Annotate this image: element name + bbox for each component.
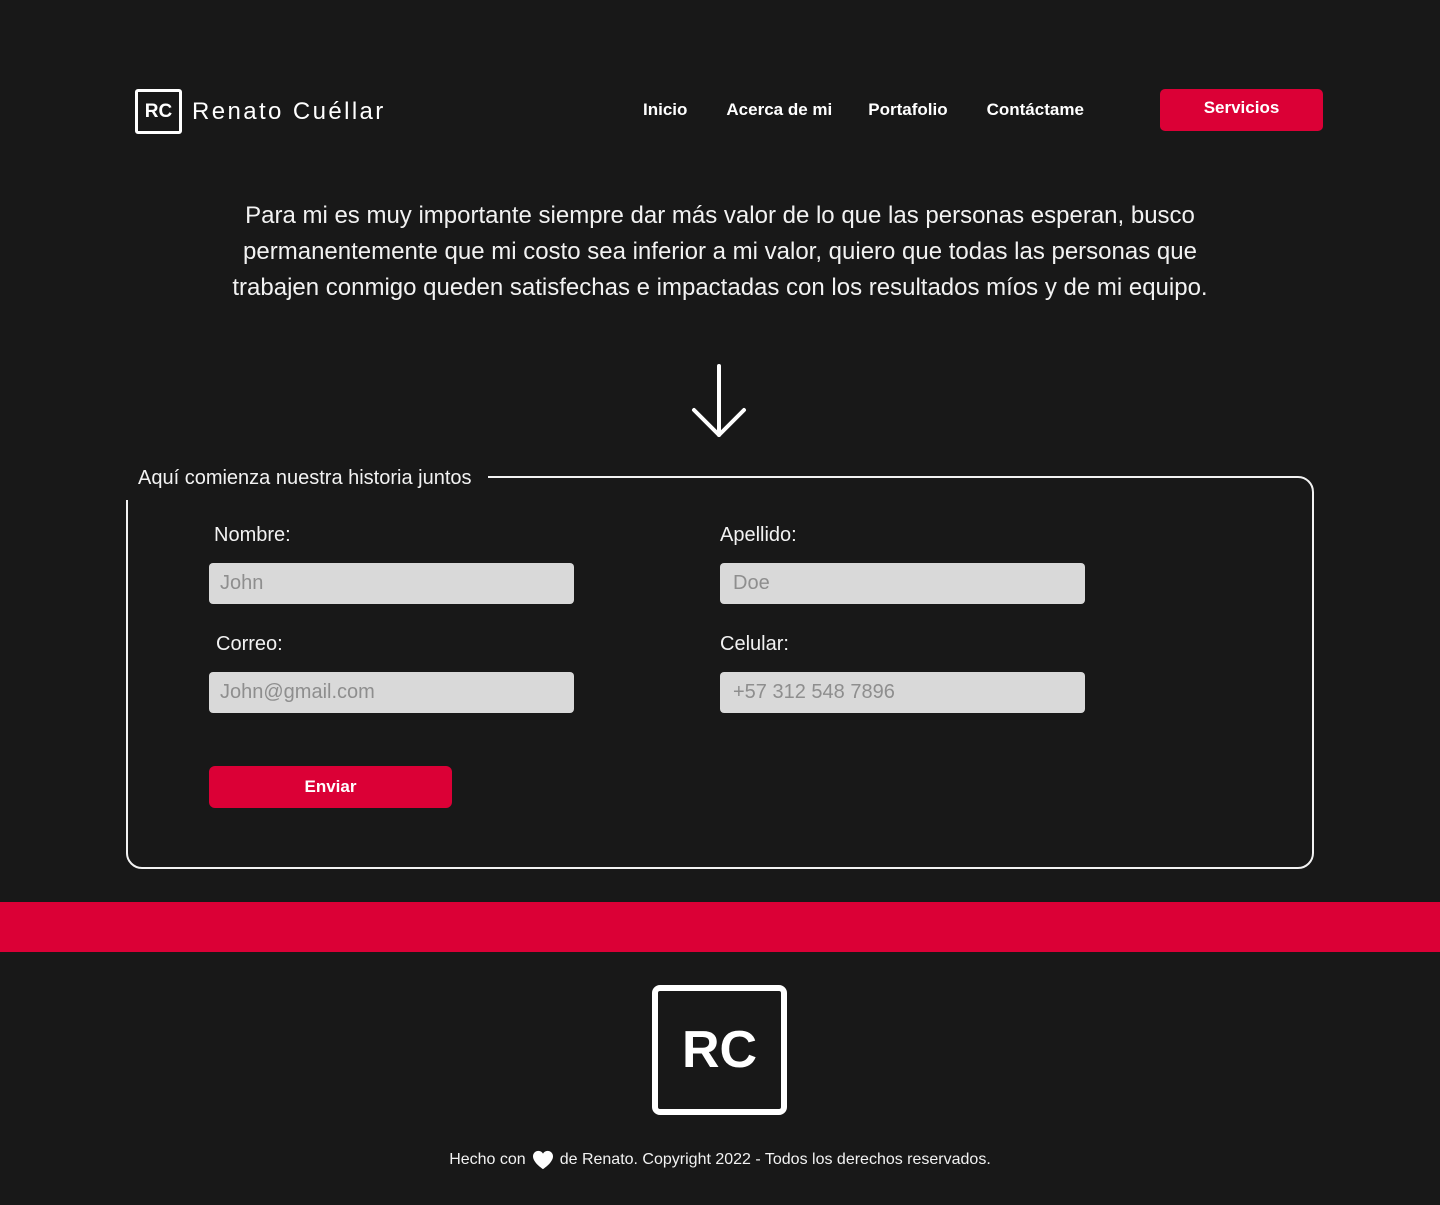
logo-initials: RC [135,89,182,134]
celular-label: Celular: [720,633,789,655]
apellido-label: Apellido: [720,524,797,546]
enviar-button[interactable]: Enviar [209,766,452,808]
servicios-button[interactable]: Servicios [1160,89,1323,131]
footer-copyright: Hecho con de Renato. Copyright 2022 - To… [0,1150,1440,1170]
footer-logo: RC [652,985,787,1115]
nav-link-acerca[interactable]: Acerca de mi [726,100,832,120]
site-logo[interactable]: RC Renato Cuéllar [135,89,386,134]
nombre-input[interactable] [209,563,574,604]
nav-link-inicio[interactable]: Inicio [643,100,687,120]
celular-input[interactable] [720,672,1085,713]
correo-label: Correo: [216,633,283,655]
main-nav: Inicio Acerca de mi Portafolio Contáctam… [620,89,1084,131]
footer-text-before: Hecho con [449,1151,526,1168]
nombre-label: Nombre: [214,524,291,546]
footer-text-after: de Renato. Copyright 2022 - Todos los de… [559,1151,991,1168]
nav-link-contactame[interactable]: Contáctame [987,100,1084,120]
intro-text: Para mi es muy importante siempre dar má… [232,202,1208,301]
logo-name: Renato Cuéllar [192,97,386,125]
red-divider-band [0,902,1440,952]
nav-link-portafolio[interactable]: Portafolio [868,100,947,120]
correo-input[interactable] [209,672,574,713]
apellido-input[interactable] [720,563,1085,604]
heart-icon [532,1150,553,1170]
arrow-down-icon [692,364,746,437]
form-legend: Aquí comienza nuestra historia juntos [120,462,488,494]
